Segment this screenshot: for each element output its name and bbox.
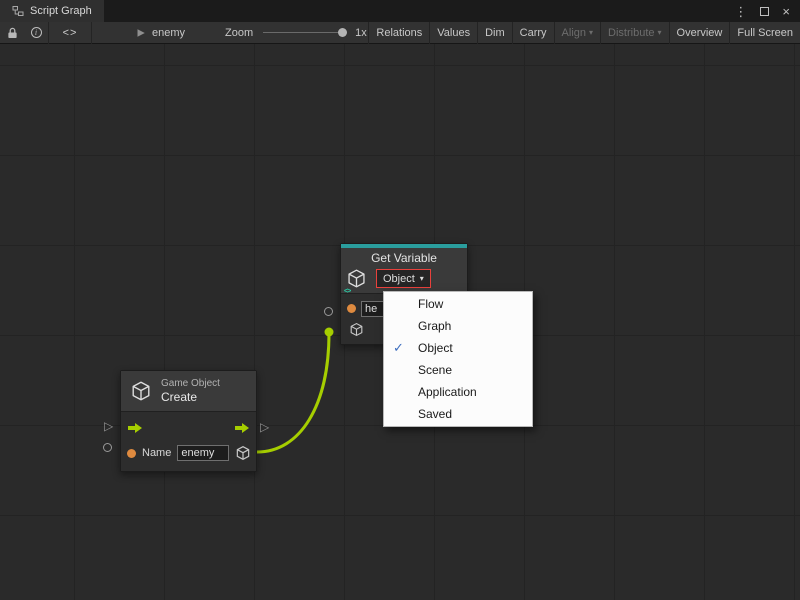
- create-name-port[interactable]: [103, 443, 112, 452]
- zoom-slider[interactable]: [263, 32, 343, 33]
- button-label: Overview: [677, 27, 723, 39]
- create-node-body: Name: [121, 411, 256, 471]
- breadcrumb: enemy: [136, 27, 185, 39]
- titlebar: Script Graph ⋮ ×: [0, 0, 800, 22]
- lock-icon: [7, 27, 18, 39]
- check-icon: ✓: [393, 340, 404, 356]
- info-button[interactable]: i: [24, 22, 48, 44]
- menu-item-label: Application: [418, 385, 477, 399]
- toolbar-buttons: Relations Values Dim Carry Align▾ Distri…: [368, 22, 800, 44]
- relations-button[interactable]: Relations: [368, 22, 429, 44]
- maximize-icon[interactable]: [760, 7, 769, 16]
- overview-button[interactable]: Overview: [669, 22, 730, 44]
- scope-value: Object: [383, 273, 415, 285]
- window-menu-icon[interactable]: ⋮: [734, 5, 747, 18]
- name-input-port[interactable]: [347, 304, 356, 313]
- name-field-label: Name: [142, 447, 171, 459]
- distribute-button[interactable]: Distribute ▾: [600, 22, 668, 44]
- flow-in-port[interactable]: ▷: [104, 420, 113, 432]
- menu-item-scene[interactable]: Scene: [384, 359, 532, 381]
- chevron-down-icon: ▾: [420, 275, 424, 283]
- graph-name-label: enemy: [152, 27, 185, 39]
- create-game-object-node[interactable]: Game Object Create Name: [120, 370, 257, 472]
- chevron-down-icon: ▾: [658, 29, 662, 37]
- object-input-port-icon[interactable]: [349, 322, 364, 337]
- tab-script-graph[interactable]: Script Graph: [0, 0, 104, 22]
- menu-item-label: Graph: [418, 319, 451, 333]
- menu-item-flow[interactable]: Flow: [384, 293, 532, 315]
- toolbar: i <> enemy Zoom 1x Relations Values Dim …: [0, 22, 800, 44]
- code-view-button[interactable]: <>: [49, 22, 91, 44]
- node-title: Create: [161, 390, 220, 404]
- node-title: Get Variable: [346, 251, 462, 265]
- variable-scope-dropdown[interactable]: Object ▾: [376, 269, 431, 288]
- flow-out-port[interactable]: ▷: [260, 421, 269, 433]
- align-button[interactable]: Align▾: [554, 22, 600, 44]
- button-label: Dim: [485, 27, 505, 39]
- get-variable-name-port[interactable]: [324, 307, 333, 316]
- scope-dropdown-menu: Flow Graph ✓ Object Scene Application Sa…: [383, 291, 533, 427]
- lock-button[interactable]: [0, 22, 24, 44]
- menu-item-label: Saved: [418, 407, 452, 421]
- menu-item-object[interactable]: ✓ Object: [384, 337, 532, 359]
- dim-button[interactable]: Dim: [477, 22, 512, 44]
- name-input[interactable]: [177, 445, 229, 461]
- info-icon: i: [31, 27, 42, 38]
- get-variable-header: Get Variable <> Object ▾: [341, 248, 467, 293]
- menu-item-application[interactable]: Application: [384, 381, 532, 403]
- graph-pointer-icon: [136, 28, 146, 38]
- menu-item-label: Object: [418, 341, 453, 355]
- menu-item-saved[interactable]: Saved: [384, 403, 532, 425]
- script-graph-icon: [12, 5, 24, 17]
- flow-out-arrow-icon[interactable]: [234, 422, 250, 434]
- chevron-down-icon: ▾: [589, 29, 593, 37]
- variable-cube-icon: <>: [346, 268, 367, 289]
- zoom-value: 1x: [355, 27, 367, 39]
- script-graph-window: Script Graph ⋮ × i <> enemy Zoom: [0, 0, 800, 600]
- values-button[interactable]: Values: [429, 22, 477, 44]
- button-label: Distribute: [608, 27, 654, 39]
- node-category: Game Object: [161, 378, 220, 389]
- close-icon[interactable]: ×: [782, 5, 790, 18]
- game-object-output-port-icon[interactable]: [235, 445, 251, 461]
- create-node-header: Game Object Create: [121, 371, 256, 411]
- carry-button[interactable]: Carry: [512, 22, 554, 44]
- graph-canvas[interactable]: Get Variable <> Object ▾: [0, 44, 800, 600]
- toolbar-divider: [91, 22, 92, 44]
- button-label: Relations: [376, 27, 422, 39]
- button-label: Carry: [520, 27, 547, 39]
- button-label: Values: [437, 27, 470, 39]
- menu-item-graph[interactable]: Graph: [384, 315, 532, 337]
- name-input-port[interactable]: [127, 449, 136, 458]
- menu-item-label: Flow: [418, 297, 443, 311]
- button-label: Align: [562, 27, 586, 39]
- game-object-cube-icon: [130, 380, 152, 402]
- tab-label: Script Graph: [30, 5, 92, 17]
- menu-item-label: Scene: [418, 363, 452, 377]
- fullscreen-button[interactable]: Full Screen: [729, 22, 800, 44]
- zoom-slider-handle[interactable]: [338, 28, 347, 37]
- zoom-label: Zoom: [225, 27, 253, 39]
- button-label: Full Screen: [737, 27, 793, 39]
- window-controls: ⋮ ×: [734, 0, 800, 22]
- flow-in-arrow-icon[interactable]: [127, 422, 143, 434]
